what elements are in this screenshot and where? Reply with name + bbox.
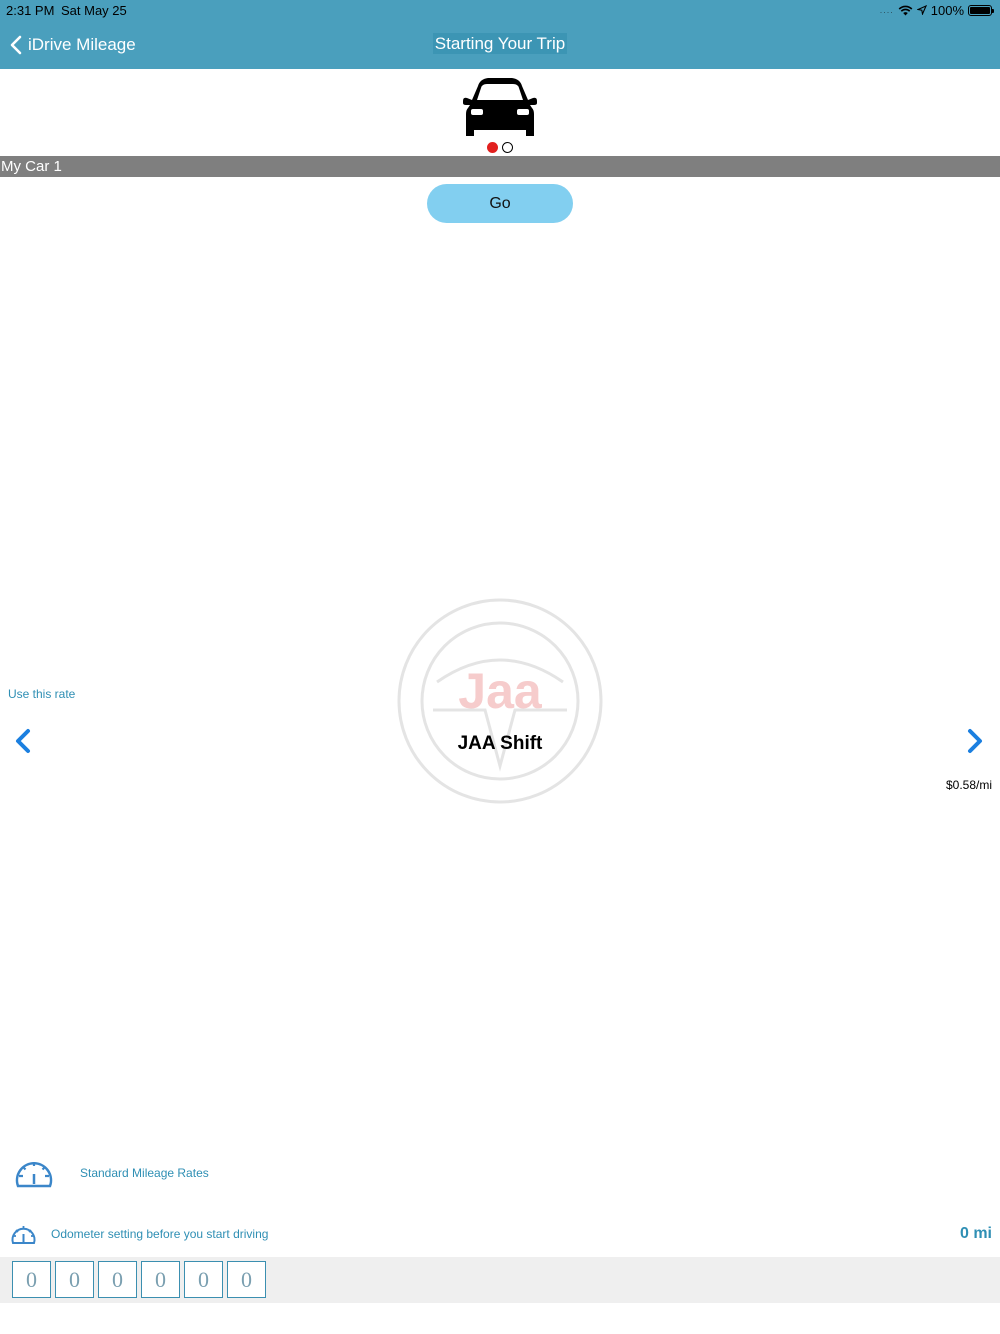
cellular-signal-icon: .... — [879, 5, 894, 15]
page-title: Starting Your Trip — [0, 33, 1000, 54]
jaa-logo: Jaa — [397, 598, 603, 804]
page-dot[interactable] — [502, 142, 513, 153]
use-this-rate-link[interactable]: Use this rate — [8, 687, 75, 701]
odometer-digit[interactable]: 0 — [227, 1261, 266, 1298]
status-indicators: .... 100% — [879, 2, 994, 18]
battery-icon — [968, 4, 994, 16]
odometer-digits: 0 0 0 0 0 0 — [12, 1261, 266, 1298]
next-rate-arrow[interactable] — [966, 728, 984, 762]
odometer-setting-row: Odometer setting before you start drivin… — [10, 1222, 268, 1246]
go-button[interactable]: Go — [427, 184, 573, 223]
status-time: 2:31 PM — [6, 3, 55, 18]
odometer-setting-label: Odometer setting before you start drivin… — [51, 1227, 269, 1241]
page-dot-active[interactable] — [487, 142, 498, 153]
page-title-text: Starting Your Trip — [432, 33, 568, 54]
odometer-digit[interactable]: 0 — [55, 1261, 94, 1298]
wifi-icon — [898, 5, 913, 15]
selected-car-name: My Car 1 — [0, 156, 1000, 177]
logo-text: Jaa — [458, 663, 543, 719]
car-icon[interactable] — [462, 76, 538, 140]
chevron-left-icon — [16, 729, 30, 753]
car-page-indicator[interactable] — [487, 142, 513, 153]
rate-value: $0.58/mi — [945, 778, 992, 792]
odometer-digit[interactable]: 0 — [12, 1261, 51, 1298]
rate-name: JAA Shift — [457, 733, 543, 754]
odometer-input-strip: 0 0 0 0 0 0 — [0, 1257, 1000, 1303]
odometer-digit[interactable]: 0 — [141, 1261, 180, 1298]
speedometer-icon — [11, 1226, 36, 1244]
chevron-right-icon — [968, 729, 982, 753]
location-arrow-icon — [916, 5, 927, 15]
odometer-digit[interactable]: 0 — [98, 1261, 137, 1298]
standard-mileage-rates-row[interactable]: Standard Mileage Rates — [14, 1156, 209, 1190]
speedometer-icon — [15, 1162, 53, 1188]
previous-rate-arrow[interactable] — [14, 728, 32, 762]
battery-percentage: 100% — [930, 2, 964, 18]
standard-mileage-rates-label: Standard Mileage Rates — [80, 1166, 209, 1180]
odometer-total: 0 mi — [959, 1225, 992, 1242]
status-date: Sat May 25 — [61, 3, 127, 18]
odometer-digit[interactable]: 0 — [184, 1261, 223, 1298]
navigation-bar: 2:31 PM Sat May 25 .... 100% iDrive Mile… — [0, 0, 1000, 69]
